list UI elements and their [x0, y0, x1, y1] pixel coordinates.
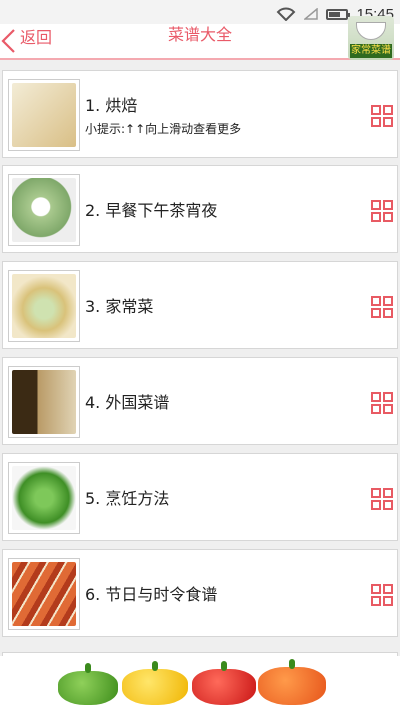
item-label: 4. 外国菜谱 [85, 393, 170, 412]
list-item[interactable]: 5. 烹饪方法 [2, 453, 398, 541]
list-item[interactable]: 3. 家常菜 [2, 261, 398, 349]
thumbnail [8, 174, 80, 246]
grid-icon[interactable] [371, 200, 393, 222]
app-header: 返回 菜谱大全 家常菜谱 [0, 16, 400, 60]
signal-icon [304, 8, 319, 20]
item-label: 3. 家常菜 [85, 297, 154, 316]
orange-pepper [258, 667, 326, 705]
page-title: 菜谱大全 [167, 25, 232, 44]
app-logo: 家常菜谱 [348, 16, 394, 60]
item-label: 6. 节日与时令食谱 [85, 585, 218, 604]
red-pepper [192, 669, 256, 705]
list-item[interactable]: 2. 早餐下午茶宵夜 [2, 165, 398, 253]
thumbnail [8, 366, 80, 438]
grid-icon[interactable] [371, 488, 393, 510]
scroll-hint: 小提示:↑↑向上滑动查看更多 [85, 121, 242, 136]
list-item[interactable]: 4. 外国菜谱 [2, 357, 398, 445]
item-label: 2. 早餐下午茶宵夜 [85, 201, 218, 220]
item-label: 5. 烹饪方法 [85, 489, 170, 508]
grid-icon[interactable] [371, 105, 393, 127]
grid-icon[interactable] [371, 584, 393, 606]
yellow-pepper [122, 669, 188, 705]
list-item[interactable]: 1. 烘焙 小提示:↑↑向上滑动查看更多 [2, 70, 398, 158]
logo-text: 家常菜谱 [350, 44, 392, 58]
battery-icon [326, 8, 351, 20]
grid-icon[interactable] [371, 296, 393, 318]
ad-banner[interactable] [0, 656, 400, 711]
thumbnail [8, 270, 80, 342]
thumbnail [8, 462, 80, 534]
thumbnail [8, 79, 80, 151]
item-label: 1. 烘焙 [85, 95, 138, 115]
wifi-icon [277, 7, 296, 21]
thumbnail [8, 558, 80, 630]
list-item[interactable]: 6. 节日与时令食谱 [2, 549, 398, 637]
grid-icon[interactable] [371, 392, 393, 414]
green-pepper [58, 671, 118, 705]
